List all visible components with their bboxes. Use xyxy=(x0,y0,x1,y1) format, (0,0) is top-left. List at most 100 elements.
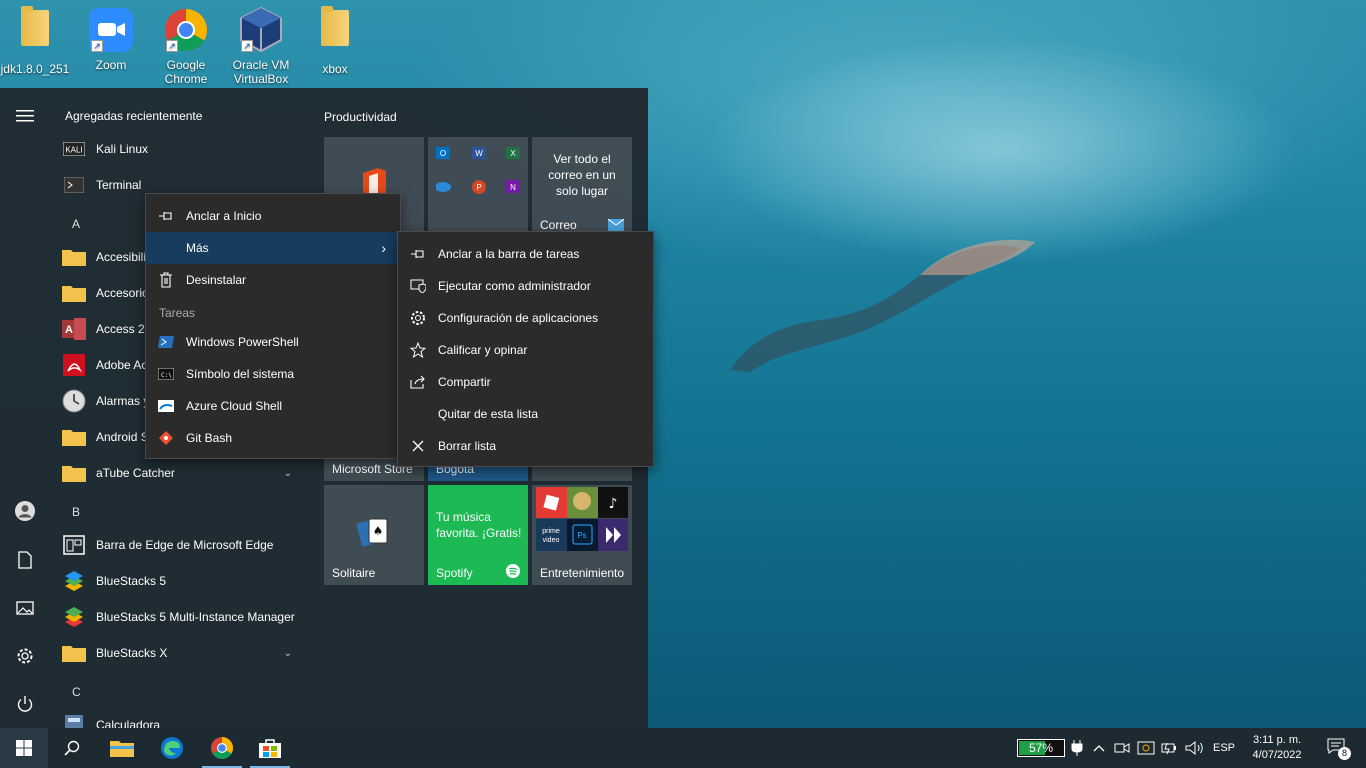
app-calculadora[interactable]: Calculadora xyxy=(62,707,302,728)
start-button[interactable] xyxy=(0,728,48,768)
menu-item-calificar[interactable]: Calificar y opinar xyxy=(398,334,653,366)
terminal-icon xyxy=(62,173,86,197)
letter-header-a[interactable]: A xyxy=(72,217,80,231)
pictures-icon[interactable] xyxy=(13,596,37,620)
app-label: Terminal xyxy=(96,178,142,192)
svg-text:♠: ♠ xyxy=(373,524,384,538)
menu-item-label: Más xyxy=(186,241,209,255)
app-kali-linux[interactable]: KALI Kali Linux xyxy=(62,131,302,167)
clock-time: 3:11 p. m. xyxy=(1252,734,1302,746)
language-indicator[interactable]: ESP xyxy=(1208,728,1240,768)
tile-spotify[interactable]: Tu música favorita. ¡Gratis! Spotify xyxy=(428,485,528,585)
pin-icon xyxy=(146,210,186,222)
bluestacks-icon xyxy=(62,569,86,593)
folder-icon xyxy=(62,641,86,665)
menu-item-label: Configuración de aplicaciones xyxy=(438,311,599,325)
desktop-icon-chrome[interactable]: ↗ Google Chrome xyxy=(151,6,221,86)
volume-icon[interactable] xyxy=(1184,728,1206,768)
desktop-icon-virtualbox[interactable]: ↗ Oracle VM VirtualBox xyxy=(226,6,296,86)
desktop-icon-xbox[interactable]: xbox xyxy=(300,6,370,76)
tasks-header: Tareas xyxy=(159,306,196,320)
tile-office-apps[interactable]: O W X P N xyxy=(428,137,528,237)
notification-center-button[interactable]: 8 xyxy=(1318,728,1358,768)
app-label: BlueStacks 5 xyxy=(96,574,167,588)
menu-item-simbolo-sistema[interactable]: C:\ Símbolo del sistema xyxy=(146,358,400,390)
star-icon xyxy=(398,342,438,358)
hamburger-icon[interactable] xyxy=(13,104,37,128)
acrobat-icon xyxy=(62,353,86,377)
store-icon xyxy=(259,739,281,758)
windows-icon xyxy=(16,740,32,756)
file-explorer-icon xyxy=(110,741,134,757)
taskbar-edge[interactable] xyxy=(148,728,196,768)
edge-icon xyxy=(161,737,183,759)
taskbar-file-explorer[interactable] xyxy=(98,728,146,768)
app-bluestacks-multi[interactable]: BlueStacks 5 Multi-Instance Manager xyxy=(62,599,302,635)
menu-item-config-aplicaciones[interactable]: Configuración de aplicaciones xyxy=(398,302,653,334)
menu-item-anclar-barra-tareas[interactable]: Anclar a la barra de tareas xyxy=(398,238,653,270)
menu-item-mas[interactable]: Más › xyxy=(146,232,400,264)
settings-icon[interactable] xyxy=(13,644,37,668)
desktop-icon-label: jdk1.8.0_251 xyxy=(0,62,70,76)
power-icon[interactable] xyxy=(13,692,37,716)
onedrive-sync-icon[interactable] xyxy=(1136,728,1156,768)
documents-icon[interactable] xyxy=(13,548,37,572)
menu-item-quitar-lista[interactable]: Quitar de esta lista xyxy=(398,398,653,430)
tile-solitaire[interactable]: ♠ Solitaire xyxy=(324,485,424,585)
start-rail xyxy=(0,88,50,728)
app-bluestacks-x[interactable]: BlueStacks X ⌄ xyxy=(62,635,302,671)
app-atube-catcher[interactable]: aTube Catcher ⌄ xyxy=(62,455,302,491)
zoom-icon: ↗ xyxy=(89,6,133,52)
letter-header-b[interactable]: B xyxy=(72,505,80,519)
menu-item-azure-cloud-shell[interactable]: Azure Cloud Shell xyxy=(146,390,400,422)
tile-label: Spotify xyxy=(436,566,473,580)
desktop-icon-label: xbox xyxy=(322,62,348,76)
svg-text:KALI: KALI xyxy=(65,146,82,155)
solitaire-icon: ♠ xyxy=(357,518,388,547)
spotify-tile-text: Tu música favorita. ¡Gratis! xyxy=(436,510,522,540)
pin-icon xyxy=(398,248,438,260)
letter-header-c[interactable]: C xyxy=(72,685,81,699)
menu-item-anclar-inicio[interactable]: Anclar a Inicio xyxy=(146,200,400,232)
svg-text:♪: ♪ xyxy=(609,496,618,512)
git-icon xyxy=(146,430,186,446)
clock[interactable]: 3:11 p. m. 4/07/2022 xyxy=(1244,728,1310,768)
chevron-down-icon[interactable]: ⌄ xyxy=(284,468,292,479)
trash-icon xyxy=(146,272,186,288)
app-label: Kali Linux xyxy=(96,142,149,156)
menu-item-ejecutar-admin[interactable]: Ejecutar como administrador xyxy=(398,270,653,302)
menu-item-git-bash[interactable]: Git Bash xyxy=(146,422,400,454)
menu-item-powershell[interactable]: Windows PowerShell xyxy=(146,326,400,358)
app-bluestacks-5[interactable]: BlueStacks 5 xyxy=(62,563,302,599)
menu-item-label: Quitar de esta lista xyxy=(438,407,539,421)
power-plug-icon[interactable] xyxy=(1160,728,1180,768)
notification-count-badge: 8 xyxy=(1338,747,1351,760)
tile-mail[interactable]: Ver todo el correo en un solo lugar Corr… xyxy=(532,137,632,237)
app-edge-bar[interactable]: Barra de Edge de Microsoft Edge xyxy=(62,527,302,563)
more-submenu: Anclar a la barra de tareas Ejecutar com… xyxy=(397,231,654,467)
taskbar-chrome[interactable] xyxy=(198,728,246,768)
desktop-icon-label: Zoom xyxy=(95,58,127,72)
search-button[interactable] xyxy=(48,728,96,768)
battery-indicator[interactable]: 57% xyxy=(1016,728,1066,768)
entertainment-icons: ♪ prime video Ps xyxy=(536,487,628,551)
menu-item-compartir[interactable]: Compartir xyxy=(398,366,653,398)
menu-item-desinstalar[interactable]: Desinstalar xyxy=(146,264,400,296)
folder-icon xyxy=(62,281,86,305)
chrome-icon xyxy=(211,737,233,759)
chevron-down-icon[interactable]: ⌄ xyxy=(284,648,292,659)
desktop-icon-jdk[interactable]: jdk1.8.0_251 xyxy=(0,6,70,76)
chevron-up-icon[interactable] xyxy=(1090,728,1108,768)
user-icon[interactable] xyxy=(13,499,37,523)
tiles-group-header: Productividad xyxy=(324,110,397,124)
clock-icon xyxy=(62,389,86,413)
taskbar-store[interactable] xyxy=(246,728,294,768)
meet-now-icon[interactable] xyxy=(1112,728,1132,768)
svg-text:N: N xyxy=(510,183,516,192)
tile-entertainment[interactable]: ♪ prime video Ps Entretenimiento xyxy=(532,485,632,585)
close-icon xyxy=(398,440,438,452)
calculator-icon xyxy=(62,713,86,728)
desktop-icon-zoom[interactable]: ↗ Zoom xyxy=(76,6,146,72)
spotify-icon xyxy=(506,564,520,578)
menu-item-borrar-lista[interactable]: Borrar lista xyxy=(398,430,653,462)
